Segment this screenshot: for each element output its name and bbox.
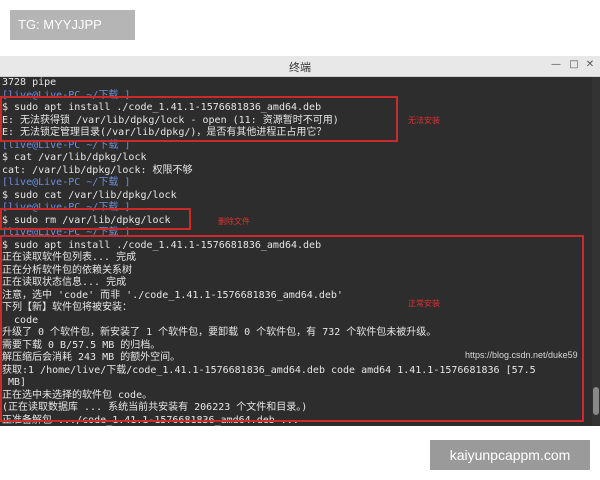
close-icon[interactable]: ✕ [584,59,596,71]
csdn-watermark: https://blog.csdn.net/duke59 [465,350,578,360]
success-annotation: 正常安装 [408,299,440,308]
terminal-scrollbar[interactable] [592,77,600,426]
title-bar: 终端 — □ ✕ [0,56,600,77]
error-highlight-box [0,96,398,142]
terminal-line: $ sudo cat /var/lib/dpkg/lock [2,189,177,201]
terminal-window: 终端 — □ ✕ 3728 pipe [live@Live-PC ~/下载 ] $ … [0,56,600,426]
error-annotation: 无法安装 [408,116,440,125]
terminal-line: 3728 pipe [2,77,57,88]
watermark-bottom: kaiyunpcappm.com [430,440,590,470]
terminal-line: $ cat /var/lib/dpkg/lock [2,152,147,163]
delete-annotation: 删除文件 [218,217,250,226]
terminal-line: [live@Live-PC ~/下载 ] [2,177,131,188]
success-highlight-box [0,235,584,422]
minimize-icon[interactable]: — [550,59,562,71]
watermark-top: TG: MYYJJPP [10,10,135,40]
window-title: 终端 [289,61,311,74]
maximize-icon[interactable]: □ [568,59,580,71]
terminal-line: cat: /var/lib/dpkg/lock: 权限不够 [2,164,193,176]
scrollbar-thumb[interactable] [593,387,599,415]
delete-highlight-box [0,208,191,230]
